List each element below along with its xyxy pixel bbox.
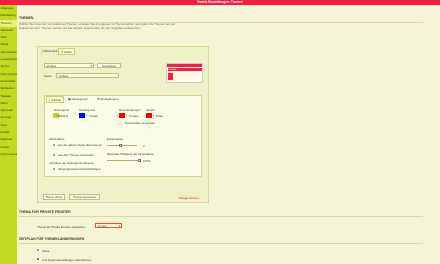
color-label-highlight: Hervorhebungen bbox=[119, 108, 141, 112]
accent-color-name: Pinke bbox=[156, 114, 164, 118]
sidebar-item[interactable]: Feeds bbox=[0, 144, 17, 151]
sidebar-item[interactable]: Anzeige bbox=[0, 114, 17, 121]
theme-select[interactable]: Vorlage ▾ bbox=[44, 63, 94, 68]
private-heading: THEMA FÜR PRIVATE FENSTER bbox=[19, 210, 71, 214]
themes-heading: THEMEN bbox=[19, 16, 34, 20]
divider bbox=[19, 216, 423, 217]
chevron-down-icon: ▾ bbox=[152, 114, 154, 117]
accent-heading: Akzentfarbe bbox=[49, 137, 65, 141]
sidebar-item[interactable]: Themen bbox=[0, 19, 17, 27]
schedule-option-none-label: Keine bbox=[42, 248, 50, 253]
tab-settings-label: Einstellungen bbox=[100, 97, 119, 101]
divider bbox=[19, 243, 423, 244]
saturation-slider[interactable] bbox=[107, 160, 141, 161]
sidebar-item[interactable]: Netzwerk bbox=[0, 107, 17, 114]
tab-editor[interactable]: ✎ Editor bbox=[58, 48, 76, 55]
tab-background-label: Hintergrund bbox=[71, 97, 88, 101]
schedule-heading: ZEITPLAN FÜR THEMEN-ÄNDERUNGEN bbox=[19, 237, 85, 241]
sidebar-item[interactable]: Darstellung bbox=[0, 12, 17, 19]
export-theme-button[interactable]: Thema exportieren bbox=[69, 194, 100, 200]
preview-panel bbox=[168, 73, 173, 80]
tab-library[interactable]: ❑ Bibliothek bbox=[39, 48, 60, 55]
color-label-accent: Akzent bbox=[146, 108, 155, 112]
settings-sidebar: Allgemein Darstellung Themen Startseite Tabs… bbox=[0, 5, 17, 264]
sidebar-item[interactable]: Maus bbox=[0, 100, 17, 107]
tab-colors[interactable]: ◐ Farben bbox=[46, 96, 65, 103]
chevron-down-icon: ▾ bbox=[118, 224, 120, 228]
sidebar-item[interactable]: Tastatur bbox=[0, 93, 17, 100]
swap-colors-button[interactable]: Systemfarbe verwenden bbox=[118, 121, 162, 127]
corner-radius-label: Eckenradius bbox=[107, 137, 123, 141]
color-label-background: Hintergrund bbox=[54, 108, 70, 112]
corner-radius-slider[interactable] bbox=[107, 145, 137, 146]
corner-radius-handle[interactable] bbox=[119, 143, 122, 147]
import-button[interactable]: Importieren bbox=[97, 62, 121, 68]
sidebar-item[interactable]: Startseite bbox=[0, 27, 17, 34]
theme-preview: Vorschau bbox=[166, 63, 203, 83]
tab-settings[interactable]: ⚙ Einstellungen bbox=[95, 96, 121, 103]
foreground-color-name: Vorlaut bbox=[89, 114, 98, 118]
tab-background[interactable]: ▣ Hintergrund bbox=[66, 96, 89, 103]
accent-option-theme-label: aus dem Theme verwenden bbox=[58, 153, 94, 157]
color-label-foreground: Vordergrund bbox=[79, 108, 95, 112]
name-label: Name bbox=[44, 74, 52, 78]
sidebar-item[interactable]: Allgemein bbox=[0, 5, 17, 12]
saturation-label: Maximale Sättigung der Akzentfarbe bbox=[107, 152, 154, 156]
sidebar-item[interactable]: Adressleiste bbox=[0, 49, 17, 56]
chevron-down-icon: ▾ bbox=[90, 64, 92, 68]
open-theme-button[interactable]: Theme öffnen bbox=[43, 194, 65, 200]
schedule-option-system-label: Aus Systemeinstellungen übernehmen bbox=[42, 257, 92, 262]
tab-editor-label: Editor bbox=[64, 50, 73, 54]
sidebar-item[interactable]: Kalender bbox=[0, 136, 17, 143]
accent-threshold-label: Akzentgrenzwert berücksichtigen bbox=[58, 167, 101, 171]
chevron-down-icon: ▾ bbox=[85, 114, 87, 117]
private-theme-select[interactable]: Private ▾ bbox=[95, 223, 122, 228]
corner-radius-value: 2 bbox=[143, 143, 145, 148]
sidebar-item[interactable]: Ruhezustand bbox=[0, 151, 18, 158]
preview-tab-label: Vorschau bbox=[168, 69, 177, 71]
reset-theme-link[interactable]: Vorlage löschen bbox=[178, 196, 199, 200]
sidebar-item[interactable]: Suche bbox=[0, 63, 17, 70]
sidebar-item[interactable]: E-Mail bbox=[0, 129, 17, 136]
highlight-color-name: Tomate bbox=[129, 114, 139, 118]
sidebar-item[interactable]: Panel bbox=[0, 41, 17, 48]
saturation-value: 100% bbox=[143, 158, 151, 163]
accent-option-page-label: aus der aktiven Seite übernehmen bbox=[58, 143, 103, 147]
background-color-name: #bfda1f bbox=[58, 114, 68, 118]
name-input[interactable]: Vorlage bbox=[56, 72, 119, 78]
sidebar-item[interactable]: Sync bbox=[0, 122, 17, 129]
themes-intro: Wählen Sie eines der vorinstallierten Th… bbox=[19, 22, 176, 30]
sidebar-item[interactable]: Datenschutz bbox=[0, 71, 18, 78]
tab-library-label: Bibliothek bbox=[44, 49, 58, 53]
sidebar-item[interactable]: Downloads bbox=[0, 78, 17, 85]
theme-select-value: Vorlage bbox=[46, 64, 57, 68]
sidebar-item[interactable]: Lesezeichen bbox=[0, 56, 18, 63]
sidebar-item[interactable]: Tabs bbox=[0, 34, 17, 41]
sidebar-item[interactable]: Webseiten bbox=[0, 85, 17, 92]
private-theme-select-value: Private bbox=[97, 224, 107, 228]
private-theme-label: Thema für Private Fenster auswählen bbox=[37, 225, 86, 229]
chevron-down-icon: ▾ bbox=[125, 114, 127, 117]
saturation-handle[interactable] bbox=[138, 158, 141, 162]
accent-sub-heading: Verhalten der Hintergrund-Akzente bbox=[49, 161, 94, 165]
preview-titlebar bbox=[167, 64, 202, 67]
tab-colors-label: Farben bbox=[51, 98, 62, 102]
